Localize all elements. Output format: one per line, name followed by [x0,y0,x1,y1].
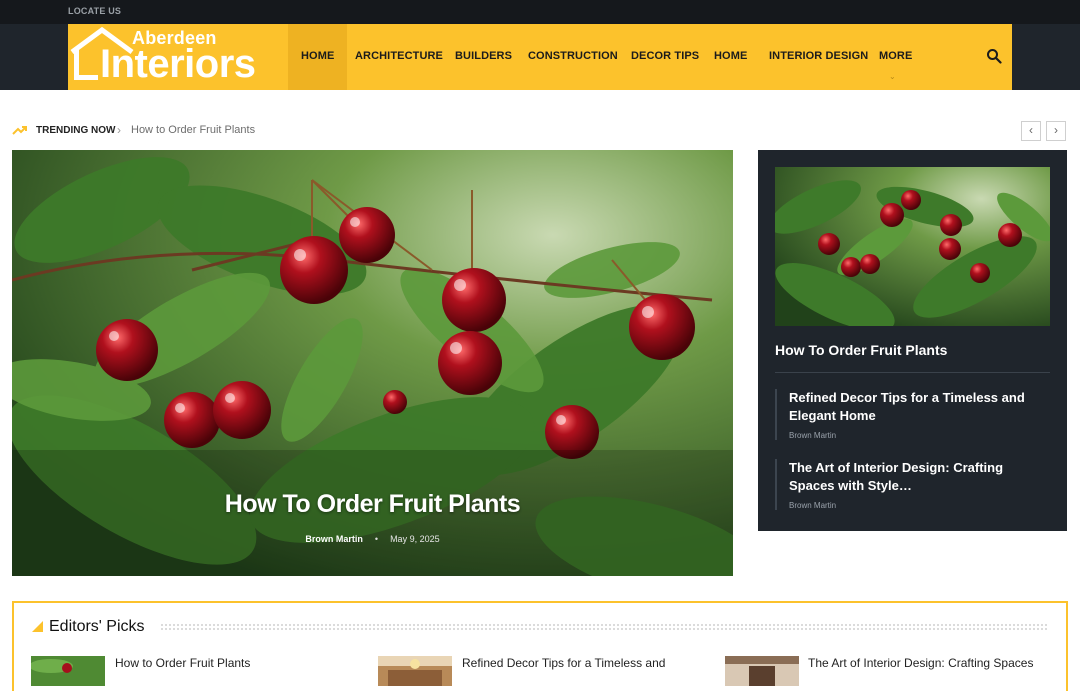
trending-article-link[interactable]: How to Order Fruit Plants [131,124,255,136]
divider [775,372,1050,373]
editors-picks-heading: Editors' Picks [49,618,145,635]
nav-item-architecture[interactable]: ARCHITECTURE [342,24,456,90]
locate-us-link[interactable]: LOCATE US [68,6,121,16]
side-list-item[interactable]: The Art of Interior Design: Crafting Spa… [775,459,1050,510]
hero-author[interactable]: Brown Martin [305,534,363,544]
trending-up-icon [12,126,27,135]
nav-item-home[interactable]: HOME [288,24,348,90]
chevron-right-icon: › [117,123,121,137]
pick-title[interactable]: How to Order Fruit Plants [115,656,250,670]
trending-prev-button[interactable]: ‹ [1021,121,1041,141]
side-featured-title[interactable]: How To Order Fruit Plants [775,342,947,358]
chevron-down-icon: ⌄ [889,72,896,81]
pick-thumbnail[interactable] [31,656,105,686]
side-item-title[interactable]: Refined Decor Tips for a Timeless and El… [789,389,1050,425]
section-marker-icon [32,621,43,632]
side-featured-image[interactable] [775,167,1050,326]
pick-image [725,656,799,686]
side-item-title[interactable]: The Art of Interior Design: Crafting Spa… [789,459,1050,495]
search-icon[interactable] [986,48,1002,64]
nav-item-interior-design[interactable]: INTERIOR DESIGN [756,24,881,90]
top-bar: LOCATE US [0,0,1080,24]
nav-item-construction[interactable]: CONSTRUCTION [515,24,631,90]
side-item-author[interactable]: Brown Martin [789,431,1050,440]
nav-item-builders[interactable]: BUILDERS [442,24,525,90]
pick-title[interactable]: The Art of Interior Design: Crafting Spa… [808,656,1033,670]
side-image [775,167,1050,326]
logo-text-big: Interiors [100,42,256,86]
editors-picks-section [12,601,1068,691]
pick-title[interactable]: Refined Decor Tips for a Timeless and [462,656,665,670]
side-list-item[interactable]: Refined Decor Tips for a Timeless and El… [775,389,1050,440]
trending-next-button[interactable]: › [1046,121,1066,141]
side-item-author[interactable]: Brown Martin [789,501,1050,510]
pick-image [31,656,105,686]
pick-image [378,656,452,686]
hero-date: May 9, 2025 [390,534,440,544]
pick-thumbnail[interactable] [725,656,799,686]
heading-dotted-rule [160,623,1048,631]
site-logo[interactable]: Aberdeen Interiors [68,24,268,90]
nav-item-decor-tips[interactable]: DECOR TIPS [618,24,712,90]
side-featured-card: How To Order Fruit Plants Refined Decor … [758,150,1067,531]
pick-thumbnail[interactable] [378,656,452,686]
hero-article[interactable]: How To Order Fruit Plants Brown Martin • M… [12,150,733,576]
trending-now-label: TRENDING NOW [36,125,116,136]
nav-item-more[interactable]: MORE [866,24,925,90]
hero-meta: Brown Martin • May 9, 2025 [12,534,733,544]
hero-title[interactable]: How To Order Fruit Plants [12,490,733,519]
nav-item-home-2[interactable]: HOME [701,24,760,90]
meta-separator-dot: • [374,534,379,544]
